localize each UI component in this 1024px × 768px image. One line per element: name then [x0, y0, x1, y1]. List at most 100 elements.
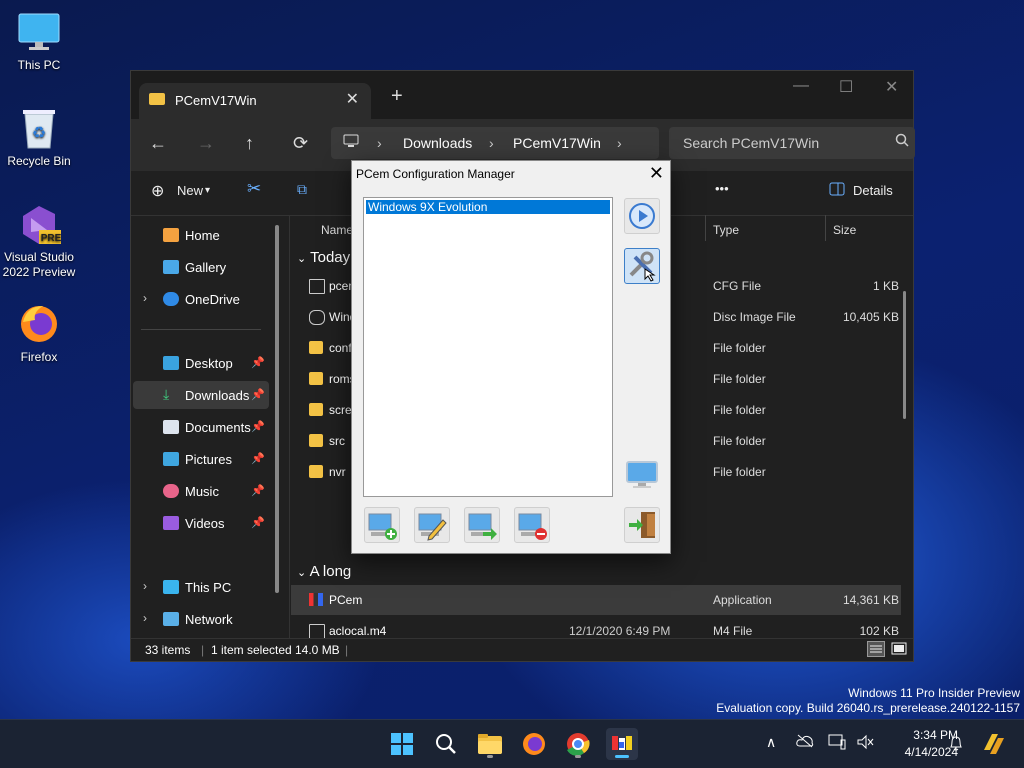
- pictures-icon: [163, 452, 179, 466]
- dialog-close-button[interactable]: ✕: [649, 163, 664, 184]
- settings-monitor-button[interactable]: [624, 457, 660, 493]
- rename-config-button[interactable]: [414, 507, 450, 543]
- sidebar-item-videos[interactable]: Videos 📌: [133, 509, 269, 537]
- file-row[interactable]: PCem Application 14,361 KB: [291, 585, 901, 615]
- column-header-size[interactable]: Size: [833, 223, 856, 237]
- breadcrumb-downloads[interactable]: Downloads: [403, 135, 472, 151]
- tab-pcemv17win[interactable]: PCemV17Win ✕: [139, 83, 371, 119]
- tiles-view-button[interactable]: [891, 641, 907, 660]
- group-header-today[interactable]: ⌄ Today: [297, 249, 350, 266]
- desktop-icon: [163, 356, 179, 370]
- plus-icon: ⊕: [151, 183, 165, 200]
- notifications-bell-icon[interactable]: [948, 734, 964, 755]
- chevron-right-icon: ›: [143, 611, 147, 625]
- sidebar-item-label: Network: [185, 612, 233, 627]
- firefox-taskbar-button[interactable]: [518, 728, 550, 760]
- refresh-button[interactable]: ⟳: [293, 133, 308, 154]
- exit-button[interactable]: [624, 507, 660, 543]
- delete-config-button[interactable]: [514, 507, 550, 543]
- start-button[interactable]: [386, 728, 418, 760]
- more-options-button[interactable]: •••: [715, 181, 729, 196]
- chevron-right-icon: ›: [143, 291, 147, 305]
- sidebar-scrollbar[interactable]: [275, 221, 279, 631]
- volume-muted-icon[interactable]: [856, 734, 874, 753]
- sidebar-item-label: This PC: [185, 580, 232, 595]
- show-hidden-icons-button[interactable]: ∧: [766, 734, 776, 751]
- new-config-button[interactable]: [364, 507, 400, 543]
- svg-text:PRE: PRE: [41, 233, 61, 244]
- sidebar-item-label: Desktop: [185, 356, 233, 371]
- gallery-icon: [163, 260, 179, 274]
- sidebar-item-label: Pictures: [185, 452, 232, 467]
- back-button[interactable]: ←: [149, 133, 167, 154]
- delete-machine-icon: [518, 513, 547, 540]
- details-button[interactable]: Details: [853, 183, 893, 198]
- maximize-button[interactable]: ☐: [839, 77, 853, 97]
- copilot-preview-icon[interactable]: [978, 728, 1010, 760]
- up-button[interactable]: ↑: [245, 133, 254, 154]
- sidebar-item-desktop[interactable]: Desktop 📌: [133, 349, 269, 377]
- sidebar-item-label: Downloads: [185, 388, 250, 403]
- desktop-icon-this-pc[interactable]: This PC: [2, 10, 76, 73]
- search-button[interactable]: [430, 728, 462, 760]
- pcem-taskbar-button[interactable]: [606, 728, 638, 760]
- configure-button[interactable]: [624, 248, 660, 284]
- item-count: 33 items: [145, 643, 191, 657]
- sidebar-item-label: Documents: [185, 420, 251, 435]
- sidebar-item-label: OneDrive: [185, 292, 240, 307]
- network-icon: [163, 612, 179, 626]
- breadcrumb-separator: ›: [489, 135, 494, 151]
- file-list-scrollbar[interactable]: [903, 291, 906, 419]
- desktop-icon-firefox[interactable]: Firefox: [2, 302, 76, 365]
- cloud-offline-icon[interactable]: [796, 734, 814, 751]
- pin-icon: 📌: [251, 389, 265, 401]
- close-button[interactable]: ✕: [885, 77, 898, 97]
- copy-config-button[interactable]: [464, 507, 500, 543]
- details-view-button[interactable]: [867, 641, 885, 660]
- file-explorer-taskbar-button[interactable]: [474, 728, 506, 760]
- sidebar-item-home[interactable]: Home: [133, 221, 269, 249]
- sidebar-item-this-pc[interactable]: › This PC: [133, 573, 269, 601]
- search-input[interactable]: Search PCemV17Win: [669, 127, 915, 159]
- folder-icon: [149, 93, 165, 105]
- column-header-name[interactable]: Name: [321, 223, 353, 237]
- group-header-a-long-time-ago[interactable]: ⌄ A long: [297, 563, 351, 580]
- firefox-icon: [523, 733, 545, 755]
- sidebar-item-documents[interactable]: Documents 📌: [133, 413, 269, 441]
- address-bar[interactable]: › Downloads › PCemV17Win ›: [331, 127, 659, 159]
- column-header-type[interactable]: Type: [713, 223, 739, 237]
- desktop-icon-visual-studio[interactable]: PRE Visual Studio 2022 Preview: [2, 202, 76, 280]
- chevron-right-icon: ›: [143, 579, 147, 593]
- search-icon: [436, 734, 456, 754]
- config-list-item[interactable]: Windows 9X Evolution: [366, 200, 610, 214]
- sidebar-item-music[interactable]: Music 📌: [133, 477, 269, 505]
- edit-machine-icon: [418, 513, 447, 541]
- sidebar-item-gallery[interactable]: Gallery: [133, 253, 269, 281]
- monitor-icon: [163, 580, 179, 594]
- pin-icon: 📌: [251, 453, 265, 465]
- tab-close-button[interactable]: ✕: [346, 89, 359, 109]
- run-button[interactable]: [624, 198, 660, 234]
- sidebar-item-downloads[interactable]: ⤓ Downloads 📌: [133, 381, 269, 409]
- display-icon[interactable]: [828, 734, 846, 753]
- sidebar-divider: [141, 329, 261, 330]
- minimize-button[interactable]: —: [793, 77, 809, 95]
- copy-button[interactable]: ⧉: [297, 181, 307, 198]
- sidebar-item-network[interactable]: › Network: [133, 605, 269, 633]
- windows-logo-icon: [391, 733, 413, 755]
- copy-machine-icon: [468, 513, 497, 540]
- breadcrumb-pcemv17win[interactable]: PCemV17Win: [513, 135, 601, 151]
- chrome-taskbar-button[interactable]: [562, 728, 594, 760]
- sidebar-item-pictures[interactable]: Pictures 📌: [133, 445, 269, 473]
- sidebar-item-onedrive[interactable]: › OneDrive: [133, 285, 269, 313]
- new-tab-button[interactable]: +: [391, 85, 403, 108]
- cut-button[interactable]: ✂: [247, 179, 261, 199]
- config-list[interactable]: Windows 9X Evolution: [363, 197, 613, 497]
- desktop-icon-recycle-bin[interactable]: ♻ Recycle Bin: [2, 106, 76, 169]
- sidebar-item-label: Music: [185, 484, 219, 499]
- new-button[interactable]: New: [177, 183, 203, 198]
- pin-icon: 📌: [251, 421, 265, 433]
- sidebar-item-label: Videos: [185, 516, 225, 531]
- forward-button[interactable]: →: [197, 133, 215, 154]
- sidebar-item-label: Gallery: [185, 260, 227, 275]
